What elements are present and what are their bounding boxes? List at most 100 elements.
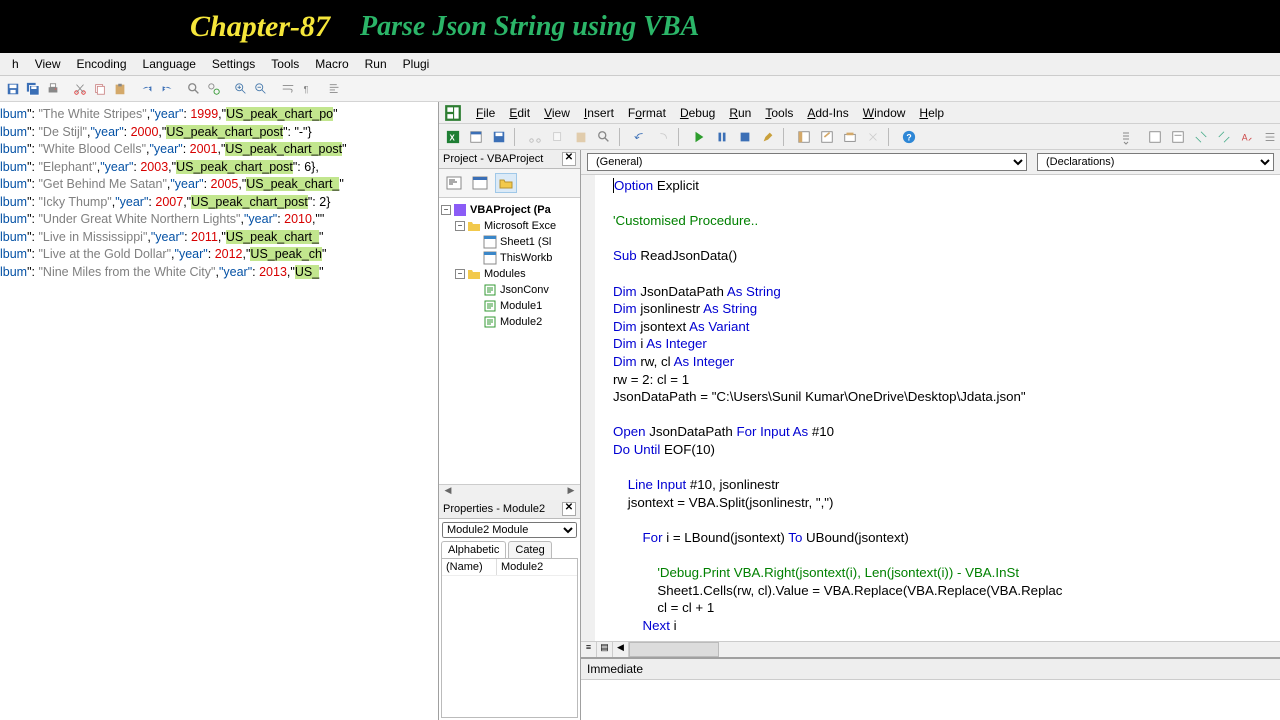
npp-menu-macro[interactable]: Macro bbox=[307, 55, 356, 73]
break-icon[interactable] bbox=[712, 127, 732, 147]
tab-alphabetic[interactable]: Alphabetic bbox=[441, 541, 506, 558]
view-excel-icon[interactable]: X bbox=[443, 127, 463, 147]
redo-icon[interactable] bbox=[158, 80, 176, 98]
toolbox-icon[interactable] bbox=[863, 127, 883, 147]
tree-module-jsonconv[interactable]: JsonConv bbox=[441, 282, 578, 298]
cut-icon[interactable] bbox=[71, 80, 89, 98]
vbe-menu-view[interactable]: View bbox=[537, 104, 577, 122]
view-code-icon[interactable] bbox=[443, 173, 465, 193]
vbe-menu-tools[interactable]: Tools bbox=[758, 104, 800, 122]
notepadpp-editor[interactable]: lbum": "The White Stripes","year": 1999,… bbox=[0, 102, 438, 720]
npp-menu-view[interactable]: View bbox=[27, 55, 69, 73]
find-icon[interactable] bbox=[185, 80, 203, 98]
tab-categorized[interactable]: Categ bbox=[508, 541, 551, 558]
undo-icon[interactable] bbox=[630, 127, 650, 147]
vbe-menu-edit[interactable]: Edit bbox=[502, 104, 537, 122]
view-object-icon[interactable] bbox=[469, 173, 491, 193]
ext-btn-2[interactable] bbox=[1168, 127, 1188, 147]
toolbar-options-icon[interactable] bbox=[1116, 127, 1136, 147]
tree-root[interactable]: − VBAProject (Pa bbox=[441, 202, 578, 218]
video-title-bar: Chapter-87 Parse Json String using VBA bbox=[0, 0, 1280, 53]
tree-excel-folder[interactable]: − Microsoft Exce bbox=[441, 218, 578, 234]
zoom-out-icon[interactable] bbox=[252, 80, 270, 98]
full-view-icon[interactable]: ▤ bbox=[597, 642, 613, 657]
copy-icon[interactable] bbox=[548, 127, 568, 147]
tree-sheet1[interactable]: Sheet1 (Sl bbox=[441, 234, 578, 250]
tree-module-module1[interactable]: Module1 bbox=[441, 298, 578, 314]
vbe-menu-run[interactable]: Run bbox=[722, 104, 758, 122]
properties-object-combo[interactable]: Module2 Module bbox=[442, 522, 577, 538]
save-icon[interactable] bbox=[4, 80, 22, 98]
chapter-label: Chapter-87 bbox=[190, 10, 330, 44]
ext-btn-6[interactable] bbox=[1260, 127, 1280, 147]
object-browser-icon[interactable] bbox=[840, 127, 860, 147]
cut-icon[interactable] bbox=[525, 127, 545, 147]
paste-icon[interactable] bbox=[111, 80, 129, 98]
proc-view-icon[interactable]: ≡ bbox=[581, 642, 597, 657]
vbe-menu-file[interactable]: File bbox=[469, 104, 502, 122]
paste-icon[interactable] bbox=[571, 127, 591, 147]
tree-modules-folder[interactable]: − Modules bbox=[441, 266, 578, 282]
undo-icon[interactable] bbox=[138, 80, 156, 98]
replace-icon[interactable] bbox=[205, 80, 223, 98]
code-editor[interactable]: Option Explicit 'Customised Procedure.. … bbox=[581, 175, 1280, 641]
vbe-menu-insert[interactable]: Insert bbox=[577, 104, 621, 122]
vbe-menu-format[interactable]: Format bbox=[621, 104, 673, 122]
run-icon[interactable] bbox=[689, 127, 709, 147]
indent-guide-icon[interactable] bbox=[326, 80, 344, 98]
project-tree[interactable]: − VBAProject (Pa − Microsoft Exce Sheet1… bbox=[439, 198, 580, 484]
print-icon[interactable] bbox=[44, 80, 62, 98]
procedure-combo[interactable]: (Declarations) bbox=[1037, 153, 1274, 171]
toggle-folders-icon[interactable] bbox=[495, 173, 517, 193]
project-explorer-icon[interactable] bbox=[794, 127, 814, 147]
chapter-subtitle: Parse Json String using VBA bbox=[360, 11, 699, 43]
insert-module-icon[interactable] bbox=[466, 127, 486, 147]
ext-btn-4[interactable] bbox=[1214, 127, 1234, 147]
npp-menu-plugins[interactable]: Plugi bbox=[395, 55, 438, 73]
immediate-body[interactable] bbox=[581, 680, 1280, 720]
scroll-left-icon[interactable]: ◀ bbox=[613, 642, 629, 657]
npp-menu-tools[interactable]: Tools bbox=[263, 55, 307, 73]
properties-window-icon[interactable] bbox=[817, 127, 837, 147]
expand-icon[interactable]: − bbox=[441, 205, 451, 215]
expand-icon[interactable]: − bbox=[455, 221, 465, 231]
vbe-menu-debug[interactable]: Debug bbox=[673, 104, 722, 122]
help-icon[interactable]: ? bbox=[899, 127, 919, 147]
npp-menu-settings[interactable]: Settings bbox=[204, 55, 263, 73]
redo-icon[interactable] bbox=[653, 127, 673, 147]
tree-thisworkbook[interactable]: ThisWorkb bbox=[441, 250, 578, 266]
show-all-chars-icon[interactable]: ¶ bbox=[299, 80, 317, 98]
ext-btn-3[interactable] bbox=[1191, 127, 1211, 147]
ext-btn-1[interactable] bbox=[1145, 127, 1165, 147]
ext-btn-5[interactable]: A bbox=[1237, 127, 1257, 147]
npp-menu-h[interactable]: h bbox=[4, 55, 27, 73]
wordwrap-icon[interactable] bbox=[279, 80, 297, 98]
vbe-menu-window[interactable]: Window bbox=[856, 104, 913, 122]
project-h-scrollbar[interactable]: ◀ ▶ bbox=[439, 484, 580, 500]
npp-menu-language[interactable]: Language bbox=[135, 55, 204, 73]
scroll-right-icon[interactable]: ▶ bbox=[564, 485, 578, 500]
design-mode-icon[interactable] bbox=[758, 127, 778, 147]
object-combo[interactable]: (General) bbox=[587, 153, 1027, 171]
vbe-left-panels: Project - VBAProject ✕ − VBAProject (Pa bbox=[439, 150, 581, 720]
vbe-menu-help[interactable]: Help bbox=[912, 104, 951, 122]
tree-module-module2[interactable]: Module2 bbox=[441, 314, 578, 330]
stop-icon[interactable] bbox=[735, 127, 755, 147]
npp-menu-encoding[interactable]: Encoding bbox=[68, 55, 134, 73]
copy-icon[interactable] bbox=[91, 80, 109, 98]
save-icon[interactable] bbox=[489, 127, 509, 147]
scroll-left-icon[interactable]: ◀ bbox=[441, 485, 455, 500]
npp-menu-run[interactable]: Run bbox=[357, 55, 395, 73]
vbe-menubar: File Edit View Insert Format Debug Run T… bbox=[439, 102, 1280, 124]
expand-icon[interactable]: − bbox=[455, 269, 465, 279]
save-all-icon[interactable] bbox=[24, 80, 42, 98]
properties-grid[interactable]: (Name) Module2 bbox=[441, 558, 578, 718]
vbe-menu-addins[interactable]: Add-Ins bbox=[800, 104, 855, 122]
project-close-button[interactable]: ✕ bbox=[562, 152, 576, 166]
h-scrollbar[interactable] bbox=[629, 642, 719, 657]
property-value-cell[interactable]: Module2 bbox=[497, 559, 577, 575]
find-icon[interactable] bbox=[594, 127, 614, 147]
property-row[interactable]: (Name) Module2 bbox=[442, 559, 577, 576]
properties-close-button[interactable]: ✕ bbox=[562, 502, 576, 516]
zoom-in-icon[interactable] bbox=[232, 80, 250, 98]
